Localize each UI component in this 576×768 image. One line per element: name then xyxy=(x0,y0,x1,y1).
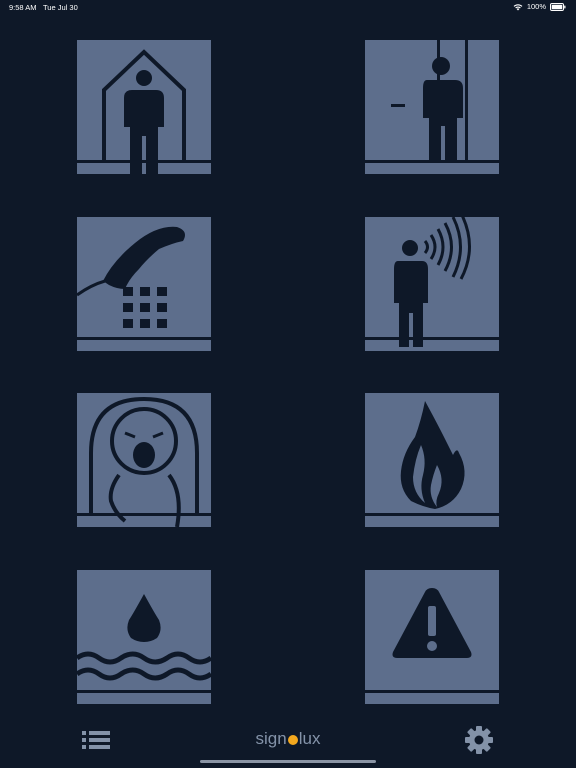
logo-text-left: sign xyxy=(255,729,287,748)
battery-percent: 100% xyxy=(526,2,546,11)
shelter-tile[interactable] xyxy=(77,40,211,174)
door-visitor-icon xyxy=(365,40,499,174)
telephone-tile[interactable] xyxy=(77,217,211,351)
fire-tile[interactable] xyxy=(365,393,499,527)
signolux-logo: sign lux xyxy=(248,729,328,749)
shelter-icon xyxy=(77,40,211,174)
status-date: Tue Jul 30 xyxy=(43,3,78,12)
fire-icon xyxy=(365,393,499,527)
wifi-icon xyxy=(513,3,523,10)
gear-icon xyxy=(465,726,493,754)
warning-icon xyxy=(365,570,499,704)
status-bar: 9:58 AM Tue Jul 30 100% xyxy=(0,0,576,14)
water-tile[interactable] xyxy=(77,570,211,704)
bottom-toolbar: sign lux xyxy=(0,715,576,768)
list-menu-icon xyxy=(82,731,110,749)
home-indicator[interactable] xyxy=(200,760,376,763)
crying-baby-icon xyxy=(77,393,211,527)
logo-text-right: lux xyxy=(298,729,321,748)
battery-icon xyxy=(550,2,566,11)
calling-person-icon xyxy=(365,217,499,351)
door-tile[interactable] xyxy=(365,40,499,174)
status-indicators: 100% xyxy=(513,2,566,11)
warning-tile[interactable] xyxy=(365,570,499,704)
settings-button[interactable] xyxy=(463,724,495,756)
telephone-icon xyxy=(77,217,211,351)
status-time: 9:58 AM xyxy=(9,3,37,12)
logo-dot xyxy=(287,735,298,745)
calling-tile[interactable] xyxy=(365,217,499,351)
menu-button[interactable] xyxy=(80,727,112,753)
water-flood-icon xyxy=(77,570,211,704)
baby-tile[interactable] xyxy=(77,393,211,527)
